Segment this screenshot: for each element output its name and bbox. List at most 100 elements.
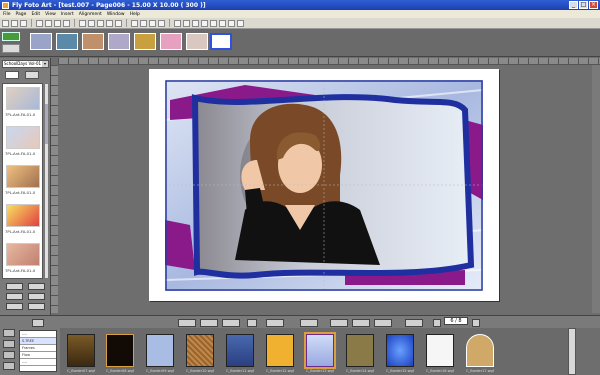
page-settings-button[interactable] [2,44,20,53]
next-page-button[interactable] [472,319,480,327]
frame-icon[interactable] [106,19,113,27]
list-item[interactable]: 7PL-Ant-FA-01-0 [3,201,42,240]
gallery-item[interactable]: C_Border10.wgf [182,333,218,373]
menu-edit[interactable]: Edit [31,12,40,17]
image-icon[interactable] [97,19,104,27]
prev-button[interactable] [6,293,23,300]
save-icon[interactable] [20,19,27,27]
zoom-in-icon[interactable] [149,19,156,27]
cut-icon[interactable] [36,19,43,27]
page-thumbnail[interactable] [56,33,78,50]
frame-list-scrollbar[interactable] [44,83,49,279]
prev-page-button[interactable] [433,319,441,327]
effect-button[interactable] [222,319,240,327]
gallery-item[interactable]: C_Border15.wgf [382,333,418,373]
next-button[interactable] [28,293,45,300]
remove-frame-button[interactable] [28,303,45,310]
page-thumbnail[interactable] [160,33,182,50]
undo-icon[interactable] [79,19,86,27]
close-icon[interactable]: × [589,1,598,9]
redo-icon[interactable] [88,19,95,27]
backgrounds-category-icon[interactable] [3,340,15,348]
print-icon[interactable] [63,19,70,27]
add-frame-button[interactable] [6,303,23,310]
menu-view[interactable]: View [45,12,56,17]
page-thumbnail[interactable] [134,33,156,50]
text-category-icon[interactable] [3,362,15,370]
effect-button[interactable] [178,319,196,327]
help-icon[interactable] [237,19,244,27]
gallery-item[interactable]: C_Border17.wgf [462,333,498,373]
effect-button[interactable] [374,319,392,327]
frame-category-select[interactable]: SchoolDays Vol-01 ▾ [2,60,49,68]
list-item[interactable]: 7PL-Ant-FA-01-0 [3,240,42,278]
gallery-item[interactable]: C_Border11.wgf [222,333,258,373]
menu-window[interactable]: Window [107,12,125,17]
page-thumbnail[interactable] [30,33,52,50]
maximize-icon[interactable]: □ [579,1,588,9]
scrollbar-thumb[interactable] [45,104,48,144]
last-button[interactable] [28,283,45,290]
canvas-scrollbar[interactable] [592,65,600,313]
category-item[interactable]: Frames [20,345,56,352]
category-item[interactable]: ---- [20,331,56,338]
first-button[interactable] [6,283,23,290]
effect-button[interactable] [352,319,370,327]
menu-insert[interactable]: Insert [61,12,74,17]
text-icon[interactable] [115,19,122,27]
category-item[interactable]: ---- [20,359,56,366]
frame-list[interactable]: 7PL-Ant-FA-01-0 7PL-Ant-FA-01-0 7PL-Ant-… [2,83,43,279]
grid-view-button[interactable] [25,71,39,79]
preview-icon[interactable] [228,19,235,27]
rotate-icon[interactable] [131,19,138,27]
list-item[interactable]: 7PL-Ant-FA-01-0 [3,84,42,123]
grid-icon[interactable] [219,19,226,27]
flip-icon[interactable] [140,19,147,27]
effect-button[interactable] [405,319,423,327]
list-item[interactable]: 7PL-Ant-FA-01-0 [3,123,42,162]
clipart-category-icon[interactable] [3,351,15,359]
gallery-item[interactable]: C_Border16.wgf [422,333,458,373]
menu-page[interactable]: Page [16,12,27,17]
home-icon[interactable] [32,319,44,327]
gallery-scrollbar[interactable] [568,328,576,375]
frame-label: 7PL-Ant-FA-01-0 [5,268,36,273]
page-thumbnail[interactable] [108,33,130,50]
gallery-item[interactable]: C_Border09.wgf [142,333,178,373]
effect-button[interactable] [300,319,318,327]
gallery-item[interactable]: C_Border08.wgf [102,333,138,373]
effect-button[interactable] [200,319,218,327]
page-thumbnail-selected[interactable] [210,33,232,50]
menu-help[interactable]: Help [130,12,140,17]
align-right-icon[interactable] [192,19,199,27]
gallery-item[interactable]: C_Border12.wgf [262,333,298,373]
layer-up-icon[interactable] [201,19,208,27]
open-icon[interactable] [11,19,18,27]
zoom-out-icon[interactable] [158,19,165,27]
gallery-item[interactable]: C_Border07.wgf [63,333,99,373]
menu-file[interactable]: File [3,12,11,17]
paste-icon[interactable] [54,19,61,27]
gallery-item[interactable]: C_Border14.wgf [342,333,378,373]
effect-button[interactable] [266,319,284,327]
list-item[interactable]: 7PL-Ant-FA-01-0 [3,162,42,201]
gallery-item-selected[interactable]: C_Border13.wgf [302,332,338,373]
effect-button[interactable] [247,319,257,327]
align-center-icon[interactable] [183,19,190,27]
page-thumbnail[interactable] [82,33,104,50]
photo-frame-image[interactable] [165,80,483,291]
layer-down-icon[interactable] [210,19,217,27]
page-thumbnail[interactable] [186,33,208,50]
add-page-button[interactable] [2,32,20,41]
copy-icon[interactable] [45,19,52,27]
menu-alignment[interactable]: Alignment [79,12,102,17]
align-left-icon[interactable] [174,19,181,27]
new-icon[interactable] [2,19,9,27]
list-view-button[interactable] [5,71,19,79]
category-item[interactable]: S-TREE [20,338,56,345]
effect-button[interactable] [330,319,348,327]
minimize-icon[interactable]: _ [569,1,578,9]
category-item[interactable]: Flow [20,352,56,359]
category-list[interactable]: ---- S-TREE Frames Flow ---- [19,330,57,372]
frames-category-icon[interactable] [3,329,15,337]
